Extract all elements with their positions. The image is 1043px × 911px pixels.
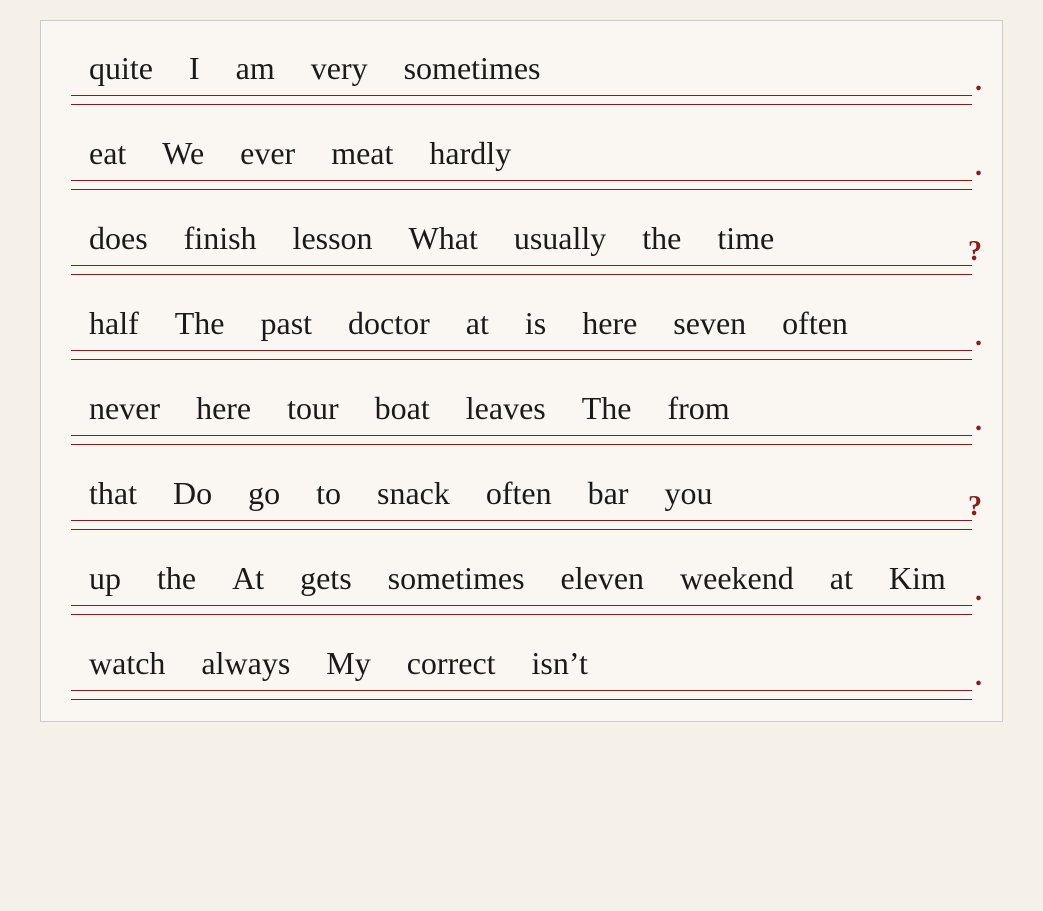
word-1-2: I [171,50,218,87]
word-2-1: eat [71,135,144,172]
row-container-8: watchalwaysMycorrectisn’t. [41,626,1002,705]
word-7-9: Kim [871,560,964,597]
punctuation-1: . [975,66,982,98]
punctuation-6: ? [968,491,982,523]
word-8-3: My [308,645,388,682]
writing-line-6 [71,529,972,530]
words-line-1: quiteIamverysometimes [71,41,972,96]
word-6-4: to [298,475,359,512]
word-7-7: weekend [662,560,812,597]
word-8-5: isn’t [514,645,606,682]
word-5-6: The [564,390,650,427]
word-3-6: the [624,220,699,257]
word-5-1: never [71,390,178,427]
writing-line-4 [71,359,972,360]
writing-line-2 [71,189,972,190]
word-4-9: often [764,305,866,342]
punctuation-2: . [975,151,982,183]
words-line-4: halfThepastdoctoratisheresevenoften [71,296,972,351]
word-5-2: here [178,390,269,427]
row-container-1: quiteIamverysometimes. [41,31,1002,110]
punctuation-7: . [975,576,982,608]
word-4-2: The [157,305,243,342]
word-7-5: sometimes [370,560,543,597]
words-line-7: uptheAtgetssometimeselevenweekendatKim [71,551,972,606]
word-3-7: time [699,220,792,257]
words-line-6: thatDogotosnackoftenbaryou [71,466,972,521]
word-1-4: very [293,50,386,87]
word-6-7: bar [570,475,647,512]
words-line-5: neverheretourboatleavesThefrom [71,381,972,436]
word-7-8: at [812,560,871,597]
row-container-6: thatDogotosnackoftenbaryou? [41,456,1002,535]
word-6-8: you [646,475,730,512]
word-5-3: tour [269,390,357,427]
punctuation-5: . [975,406,982,438]
punctuation-8: . [975,661,982,693]
worksheet: quiteIamverysometimes.eatWeevermeathardl… [40,20,1003,722]
row-container-5: neverheretourboatleavesThefrom. [41,371,1002,450]
row-container-3: doesfinishlessonWhatusuallythetime? [41,201,1002,280]
writing-line-1 [71,104,972,105]
word-1-3: am [218,50,293,87]
word-3-2: finish [166,220,275,257]
writing-line-5 [71,444,972,445]
word-2-5: hardly [411,135,529,172]
words-line-8: watchalwaysMycorrectisn’t [71,636,972,691]
word-1-1: quite [71,50,171,87]
word-5-4: boat [357,390,448,427]
word-4-1: half [71,305,157,342]
word-6-3: go [230,475,298,512]
word-6-1: that [71,475,155,512]
word-4-7: here [564,305,655,342]
word-3-3: lesson [275,220,391,257]
word-6-5: snack [359,475,468,512]
word-2-3: ever [222,135,313,172]
word-6-2: Do [155,475,230,512]
word-4-4: doctor [330,305,448,342]
punctuation-3: ? [968,236,982,268]
word-4-8: seven [655,305,764,342]
word-7-3: At [214,560,282,597]
word-8-1: watch [71,645,183,682]
word-4-3: past [243,305,331,342]
word-2-2: We [144,135,222,172]
word-3-4: What [391,220,496,257]
row-container-4: halfThepastdoctoratisheresevenoften. [41,286,1002,365]
writing-line-3 [71,274,972,275]
word-8-2: always [183,645,308,682]
word-1-5: sometimes [386,50,559,87]
row-container-7: uptheAtgetssometimeselevenweekendatKim. [41,541,1002,620]
word-5-7: from [649,390,747,427]
word-2-4: meat [313,135,411,172]
word-4-5: at [448,305,507,342]
row-container-2: eatWeevermeathardly. [41,116,1002,195]
word-8-4: correct [389,645,514,682]
word-6-6: often [468,475,570,512]
writing-line-7 [71,614,972,615]
words-line-3: doesfinishlessonWhatusuallythetime [71,211,972,266]
word-7-4: gets [282,560,370,597]
word-3-5: usually [496,220,624,257]
punctuation-4: . [975,321,982,353]
word-3-1: does [71,220,166,257]
words-line-2: eatWeevermeathardly [71,126,972,181]
word-5-5: leaves [448,390,564,427]
writing-line-8 [71,699,972,700]
word-7-1: up [71,560,139,597]
word-7-2: the [139,560,214,597]
word-4-6: is [507,305,564,342]
word-7-6: eleven [543,560,663,597]
